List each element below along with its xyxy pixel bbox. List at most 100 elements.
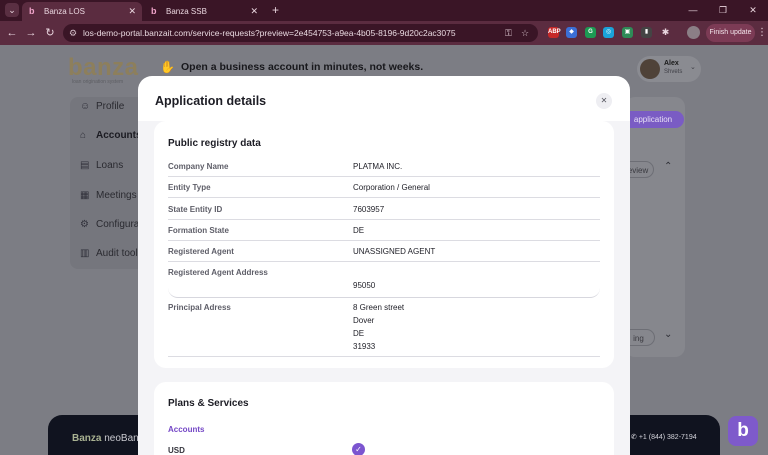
registered-agent-address-value: 95050 bbox=[353, 281, 376, 290]
state-entity-id-value: 7603957 bbox=[353, 205, 385, 214]
public-registry-section: Public registry data Company Name PLATMA… bbox=[154, 121, 614, 368]
row-divider bbox=[168, 176, 600, 177]
footer-phone-number: +1 (844) 382-7194 bbox=[638, 434, 697, 441]
row-divider bbox=[168, 219, 600, 220]
tab-title: Banza LOS bbox=[44, 7, 85, 16]
tab-close-icon[interactable]: ✕ bbox=[128, 2, 136, 21]
tab-title: Banza SSB bbox=[166, 7, 207, 16]
row-divider bbox=[168, 240, 600, 241]
user-icon: ☺ bbox=[80, 101, 91, 112]
plans-services-section: Plans & Services Accounts USD ✓ bbox=[154, 382, 614, 455]
footer-phone: ✆ +1 (844) 382-7194 bbox=[631, 433, 697, 441]
extension-icon[interactable]: ◎ bbox=[603, 27, 614, 38]
sidebar-item-loans[interactable]: ▤ Loans bbox=[78, 155, 146, 177]
state-entity-id-label: State Entity ID bbox=[168, 205, 223, 214]
modal-title: Application details bbox=[155, 94, 267, 108]
minimize-button[interactable]: — bbox=[678, 0, 708, 21]
sidebar-item-accounts[interactable]: ⌂ Accounts bbox=[78, 125, 146, 147]
page-tagline: Open a business account in minutes, not … bbox=[181, 61, 424, 73]
bookmark-star-icon[interactable]: ☆ bbox=[521, 27, 529, 39]
background-card bbox=[625, 97, 685, 357]
row-divider bbox=[168, 288, 600, 298]
user-surname: Shvets bbox=[664, 69, 683, 75]
audit-icon: ▥ bbox=[80, 248, 90, 259]
logo-subtitle: loan origination system bbox=[72, 79, 124, 85]
banza-logo: banza bbox=[68, 54, 139, 81]
modal-body[interactable]: Public registry data Company Name PLATMA… bbox=[138, 121, 630, 455]
tab-close-icon[interactable]: ✕ bbox=[250, 2, 258, 21]
bank-icon: ⌂ bbox=[80, 130, 87, 141]
principal-address-line: Dover bbox=[353, 316, 375, 325]
tab-banza-ssb[interactable]: b Banza SSB ✕ bbox=[144, 2, 264, 21]
grammarly-extension-icon[interactable]: G bbox=[585, 27, 596, 38]
accounts-subheading: Accounts bbox=[168, 425, 205, 434]
company-name-label: Company Name bbox=[168, 162, 229, 171]
extension-icon[interactable]: ◆ bbox=[566, 27, 577, 38]
adblock-extension-icon[interactable]: ABP bbox=[548, 27, 561, 38]
help-chat-button[interactable]: b bbox=[728, 416, 758, 446]
application-details-modal: Application details ✕ Public registry da… bbox=[138, 76, 630, 455]
browser-toolbar: ← → ↻ ⚙ los-demo-portal.banzait.com/serv… bbox=[0, 21, 768, 45]
usd-account-label: USD bbox=[168, 446, 185, 455]
url-text: los-demo-portal.banzait.com/service-requ… bbox=[83, 28, 456, 38]
sidebar-item-configuration[interactable]: ⚙ Configurati bbox=[78, 214, 146, 236]
tab-banza-los[interactable]: b Banza LOS ✕ bbox=[22, 2, 142, 21]
sidebar-item-label: Profile bbox=[96, 101, 125, 112]
formation-state-label: Formation State bbox=[168, 226, 229, 235]
finish-update-button[interactable]: Finish update bbox=[706, 24, 755, 42]
sidebar-item-audit-tools[interactable]: ▥ Audit tools bbox=[78, 243, 146, 265]
row-divider bbox=[168, 261, 600, 262]
formation-state-value: DE bbox=[353, 226, 365, 235]
settings-icon: ⚙ bbox=[80, 219, 89, 230]
address-bar[interactable]: ⚙ los-demo-portal.banzait.com/service-re… bbox=[63, 24, 538, 42]
banza-favicon-icon: b bbox=[29, 6, 35, 16]
extension-icon[interactable]: ▮ bbox=[641, 27, 652, 38]
chevron-down-icon: ⌄ bbox=[664, 329, 673, 340]
window-close-button[interactable]: ✕ bbox=[738, 0, 768, 21]
extension-icon[interactable]: ▣ bbox=[622, 27, 633, 38]
more-menu-icon[interactable]: ⋮ bbox=[757, 25, 767, 41]
maximize-button[interactable]: ❐ bbox=[708, 0, 738, 21]
new-application-button: application bbox=[622, 111, 684, 128]
check-icon: ✓ bbox=[352, 443, 365, 455]
back-button[interactable]: ← bbox=[5, 26, 19, 40]
reload-button[interactable]: ↻ bbox=[43, 26, 57, 40]
section-title: Plans & Services bbox=[168, 398, 249, 409]
browser-profile-avatar[interactable] bbox=[687, 26, 700, 39]
sidebar-item-meetings[interactable]: ▦ Meetings bbox=[78, 185, 146, 207]
password-key-icon[interactable]: ⚿ bbox=[505, 27, 512, 39]
footer-brand: Banza neoBank bbox=[72, 433, 144, 444]
sidebar-item-label: Meetings bbox=[96, 190, 137, 201]
entity-type-value: Corporation / General bbox=[353, 183, 430, 192]
entity-type-label: Entity Type bbox=[168, 183, 211, 192]
forward-button[interactable]: → bbox=[24, 26, 38, 40]
registered-agent-value: UNASSIGNED AGENT bbox=[353, 247, 436, 256]
company-name-value: PLATMA INC. bbox=[353, 162, 403, 171]
sidebar-item-profile[interactable]: ☺ Profile bbox=[78, 96, 146, 118]
chevron-up-icon: ⌃ bbox=[664, 161, 673, 172]
principal-address-line: 31933 bbox=[353, 342, 376, 351]
principal-address-line: 8 Green street bbox=[353, 303, 405, 312]
row-divider bbox=[168, 197, 600, 198]
sidebar-item-label: Loans bbox=[96, 160, 124, 171]
close-icon[interactable]: ✕ bbox=[596, 93, 612, 109]
document-icon: ▤ bbox=[80, 160, 90, 171]
sidebar-item-label: Accounts bbox=[96, 130, 142, 141]
new-tab-button[interactable]: + bbox=[272, 2, 279, 19]
principal-address-line: DE bbox=[353, 329, 365, 338]
row-divider bbox=[168, 356, 600, 357]
registered-agent-address-label: Registered Agent Address bbox=[168, 268, 268, 277]
sidebar-item-label: Audit tools bbox=[96, 248, 143, 259]
calendar-icon: ▦ bbox=[80, 190, 90, 201]
extensions-puzzle-icon[interactable]: ✱ bbox=[660, 27, 671, 38]
footer-brand-name: Banza bbox=[72, 433, 102, 444]
section-title: Public registry data bbox=[168, 138, 261, 149]
user-menu[interactable]: Alex Shvets ⌄ bbox=[637, 56, 701, 82]
browser-tab-bar: ⌄ b Banza LOS ✕ b Banza SSB ✕ + — ❐ ✕ bbox=[0, 0, 768, 21]
wave-hand-icon: ✋ bbox=[160, 60, 175, 74]
tab-search-button[interactable]: ⌄ bbox=[5, 3, 19, 17]
principal-address-label: Principal Adress bbox=[168, 303, 231, 312]
avatar bbox=[640, 59, 660, 79]
site-info-icon[interactable]: ⚙ bbox=[69, 27, 77, 39]
registered-agent-label: Registered Agent bbox=[168, 247, 234, 256]
